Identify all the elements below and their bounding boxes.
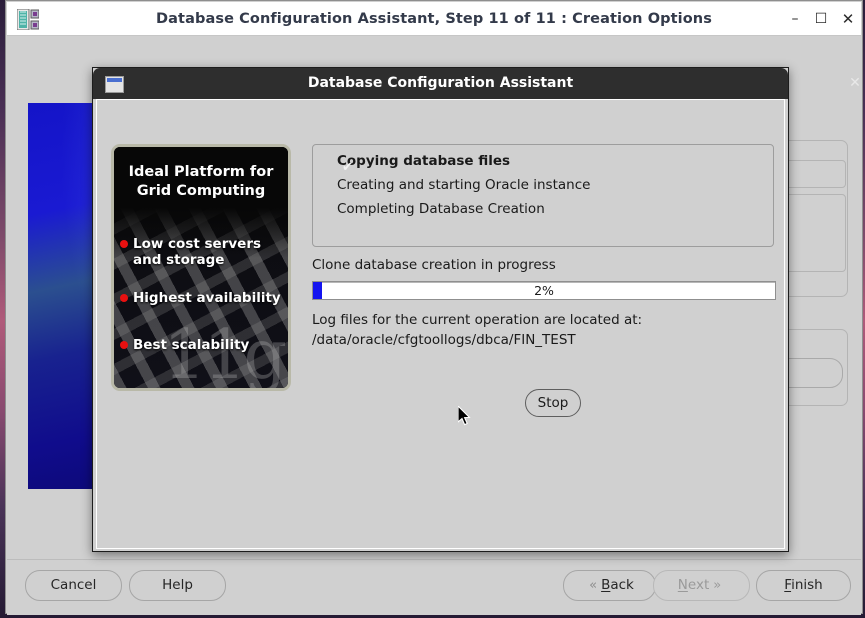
promo-item: Best scalability [120, 337, 285, 353]
log-location-text: Log files for the current operation are … [312, 312, 643, 328]
progress-dialog: Database Configuration Assistant ✕ 11g I… [92, 67, 861, 552]
log-location-path: /data/oracle/cfgtoollogs/dbca/FIN_TEST [312, 332, 576, 348]
step-label: Copying database files [337, 153, 511, 169]
dialog-close-icon[interactable]: ✕ [845, 74, 865, 92]
progress-bar: 2% [312, 281, 776, 300]
progress-label: Clone database creation in progress [312, 257, 556, 273]
bullet-icon [120, 294, 128, 302]
wizard-button-bar: Cancel Help «Back Next» Finish [7, 559, 861, 615]
dialog-body: 11g Ideal Platform for Grid Computing Lo… [96, 99, 785, 549]
promo-item: Highest availability [120, 290, 285, 306]
window-titlebar: Database Configuration Assistant, Step 1… [7, 2, 861, 36]
promo-item-label: Best scalability [133, 337, 250, 353]
steps-list: ✔ Copying database files Creating and st… [312, 144, 774, 247]
next-label: ext [687, 577, 710, 593]
bullet-icon [120, 240, 128, 248]
step-item-current: ✔ Copying database files [337, 151, 757, 175]
next-button[interactable]: Next» [653, 570, 750, 601]
promo-item-label: Highest availability [133, 290, 281, 306]
window-title: Database Configuration Assistant, Step 1… [156, 11, 712, 27]
dialog-titlebar: Database Configuration Assistant ✕ [93, 68, 861, 99]
cancel-button[interactable]: Cancel [25, 570, 122, 601]
step-item: Creating and starting Oracle instance [337, 177, 591, 193]
chevron-right-icon: » [713, 578, 722, 593]
finish-label: inish [791, 577, 823, 593]
step-item: Completing Database Creation [337, 201, 545, 217]
progress-percent-label: 2% [534, 283, 554, 298]
promo-title-line-1: Ideal Platform for [128, 164, 274, 180]
close-button[interactable]: ✕ [838, 10, 858, 28]
next-mnemonic: N [677, 577, 688, 593]
back-mnemonic: B [601, 577, 611, 593]
promo-item: Low cost servers and storage [120, 236, 285, 268]
application-window: Database Configuration Assistant, Step 1… [5, 0, 863, 615]
maximize-button[interactable]: ☐ [811, 10, 831, 28]
finish-button[interactable]: Finish [756, 570, 851, 601]
promo-watermark: 11g [162, 315, 287, 391]
promo-title-line-2: Grid Computing [136, 183, 266, 199]
minimize-button[interactable]: – [785, 10, 805, 28]
stop-button[interactable]: Stop [525, 389, 581, 417]
back-button[interactable]: «Back [563, 570, 656, 601]
chevron-left-icon: « [589, 578, 598, 593]
dialog-title: Database Configuration Assistant [307, 75, 574, 91]
promo-panel: 11g Ideal Platform for Grid Computing Lo… [111, 144, 291, 391]
promo-title: Ideal Platform for Grid Computing [114, 163, 288, 201]
help-button[interactable]: Help [129, 570, 226, 601]
promo-item-label: Low cost servers and storage [133, 236, 262, 268]
bullet-icon [120, 341, 128, 349]
back-label: ack [610, 577, 634, 593]
